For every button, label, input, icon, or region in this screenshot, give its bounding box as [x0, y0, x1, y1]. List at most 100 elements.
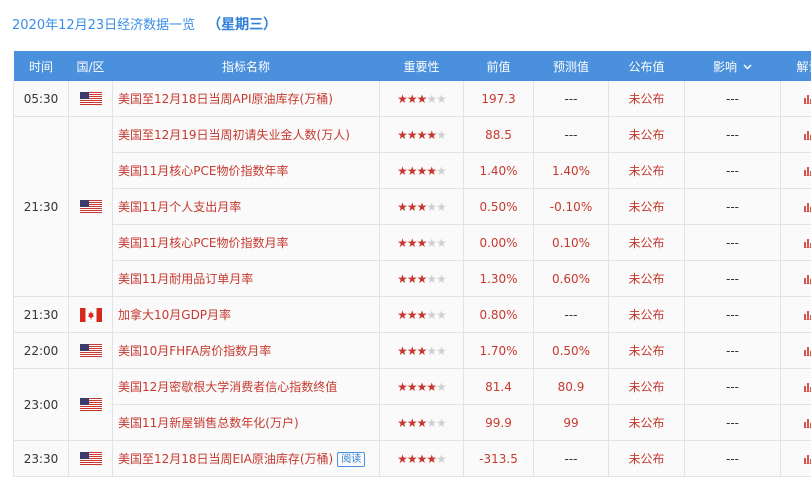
col-header-region: 国/区 — [68, 51, 113, 81]
indicator-name-link[interactable]: 美国11月个人支出月率 — [118, 200, 241, 214]
actual-value: 未公布 — [608, 440, 685, 477]
star-icon: ★ — [406, 415, 418, 430]
previous-value: 0.80% — [463, 296, 534, 333]
star-icon: ★ — [436, 415, 447, 430]
indicator-cell: 美国11月核心PCE物价指数月率 — [112, 224, 380, 261]
table-row: 美国11月核心PCE物价指数月率 ★★★★★ 0.00% 0.10% 未公布 --- — [14, 224, 811, 261]
forecast-value: --- — [533, 296, 609, 333]
star-icon: ★ — [416, 451, 428, 466]
indicator-name-link[interactable]: 美国至12月18日当周API原油库存(万桶) — [118, 92, 333, 106]
star-icon: ★ — [426, 127, 437, 142]
importance-cell: ★★★★★ — [379, 440, 464, 477]
interpretation-cell[interactable] — [780, 81, 811, 117]
indicator-name-link[interactable]: 加拿大10月GDP月率 — [118, 308, 231, 322]
star-icon: ★ — [426, 163, 437, 178]
table-row: 美国11月个人支出月率 ★★★★★ 0.50% -0.10% 未公布 --- — [14, 188, 811, 225]
importance-cell: ★★★★★ — [379, 81, 464, 117]
impact-value: --- — [684, 296, 781, 333]
star-icon: ★ — [406, 379, 418, 394]
importance-cell: ★★★★★ — [379, 368, 464, 405]
indicator-name-link[interactable]: 美国至12月19日当周初请失业金人数(万人) — [118, 128, 350, 142]
col-header-importance: 重要性 — [379, 51, 464, 81]
interpretation-cell[interactable] — [780, 188, 811, 225]
row-region — [68, 368, 113, 441]
star-icon: ★ — [397, 163, 408, 178]
page-heading: 2020年12月23日经济数据一览 （星期三） — [12, 14, 277, 36]
importance-stars: ★★★★★ — [397, 127, 447, 142]
indicator-cell: 美国至12月18日当周EIA原油库存(万桶) 阅读 — [112, 440, 380, 477]
previous-value: 0.50% — [463, 188, 534, 225]
impact-value: --- — [684, 332, 781, 369]
col-header-actual: 公布值 — [608, 51, 685, 81]
read-button[interactable]: 阅读 — [337, 452, 366, 467]
interpretation-cell[interactable] — [780, 332, 811, 369]
previous-value: 81.4 — [463, 368, 534, 405]
indicator-name-link[interactable]: 美国至12月18日当周EIA原油库存(万桶) — [118, 452, 333, 466]
table-row: 23:00 美国12月密歇根大学消费者信心指数终值 ★★★★★ 81.4 80.9 未公布… — [13, 368, 811, 441]
importance-stars: ★★★★★ — [397, 343, 447, 358]
actual-value: 未公布 — [608, 81, 685, 117]
indicator-cell: 美国11月耐用品订单月率 — [112, 260, 380, 297]
indicator-name-link[interactable]: 美国10月FHFA房价指数月率 — [118, 344, 271, 358]
indicator-name-link[interactable]: 美国11月耐用品订单月率 — [118, 272, 253, 286]
star-icon: ★ — [436, 91, 447, 106]
row-region — [68, 296, 113, 333]
forecast-value: 1.40% — [533, 152, 609, 189]
star-icon: ★ — [426, 379, 437, 394]
indicator-name-link[interactable]: 美国11月新屋销售总数年化(万户) — [118, 416, 299, 430]
star-icon: ★ — [406, 343, 418, 358]
importance-cell: ★★★★★ — [379, 224, 464, 261]
interpretation-cell[interactable] — [780, 368, 811, 405]
interpretation-cell[interactable] — [780, 260, 811, 297]
indicator-cell: 美国至12月18日当周API原油库存(万桶) — [112, 81, 380, 117]
impact-value: --- — [684, 81, 781, 117]
importance-stars: ★★★★★ — [397, 163, 447, 178]
forecast-value: 0.10% — [533, 224, 609, 261]
star-icon: ★ — [406, 235, 418, 250]
impact-filter-dropdown[interactable]: 影响 — [684, 51, 781, 81]
importance-cell: ★★★★★ — [379, 404, 464, 441]
table-row: 美国11月新屋销售总数年化(万户) ★★★★★ 99.9 99 未公布 --- — [14, 404, 811, 441]
interpretation-cell[interactable] — [780, 224, 811, 261]
row-region — [68, 116, 113, 297]
star-icon: ★ — [426, 271, 437, 286]
bar-chart-icon — [803, 238, 811, 248]
importance-stars: ★★★★★ — [397, 308, 447, 322]
actual-value: 未公布 — [608, 152, 685, 189]
row-time: 22:00 — [13, 332, 69, 369]
star-icon: ★ — [406, 163, 418, 178]
impact-value: --- — [684, 260, 781, 297]
star-icon: ★ — [436, 451, 447, 466]
indicator-cell: 美国11月新屋销售总数年化(万户) — [112, 404, 380, 441]
page-title-weekday: （星期三） — [207, 17, 278, 33]
star-icon: ★ — [416, 199, 428, 214]
indicator-cell: 美国11月核心PCE物价指数年率 — [112, 152, 380, 189]
star-icon: ★ — [397, 271, 408, 286]
page-title-date: 2020年12月23日经济数据一览 — [12, 18, 196, 33]
interpretation-cell[interactable] — [780, 152, 811, 189]
star-icon: ★ — [426, 235, 437, 250]
us-flag-icon — [79, 397, 102, 412]
importance-stars: ★★★★★ — [397, 415, 447, 430]
indicator-name-link[interactable]: 美国12月密歇根大学消费者信心指数终值 — [118, 380, 337, 394]
star-icon: ★ — [416, 127, 428, 142]
actual-value: 未公布 — [608, 296, 685, 333]
forecast-value: 0.50% — [533, 332, 609, 369]
impact-value: --- — [684, 152, 781, 189]
previous-value: 1.40% — [463, 152, 534, 189]
actual-value: 未公布 — [608, 260, 685, 297]
interpretation-cell[interactable] — [780, 440, 811, 477]
indicator-cell: 美国11月个人支出月率 — [112, 188, 380, 225]
bar-chart-icon — [803, 346, 811, 356]
interpretation-cell[interactable] — [780, 296, 811, 333]
bar-chart-icon — [803, 274, 811, 284]
star-icon: ★ — [406, 127, 418, 142]
indicator-name-link[interactable]: 美国11月核心PCE物价指数月率 — [118, 236, 288, 250]
indicator-name-link[interactable]: 美国11月核心PCE物价指数年率 — [118, 164, 288, 178]
previous-value: 0.00% — [463, 224, 534, 261]
forecast-value: -0.10% — [533, 188, 609, 225]
interpretation-cell[interactable] — [780, 404, 811, 441]
interpretation-cell[interactable] — [780, 116, 811, 153]
star-icon: ★ — [436, 343, 447, 358]
star-icon: ★ — [397, 343, 408, 358]
